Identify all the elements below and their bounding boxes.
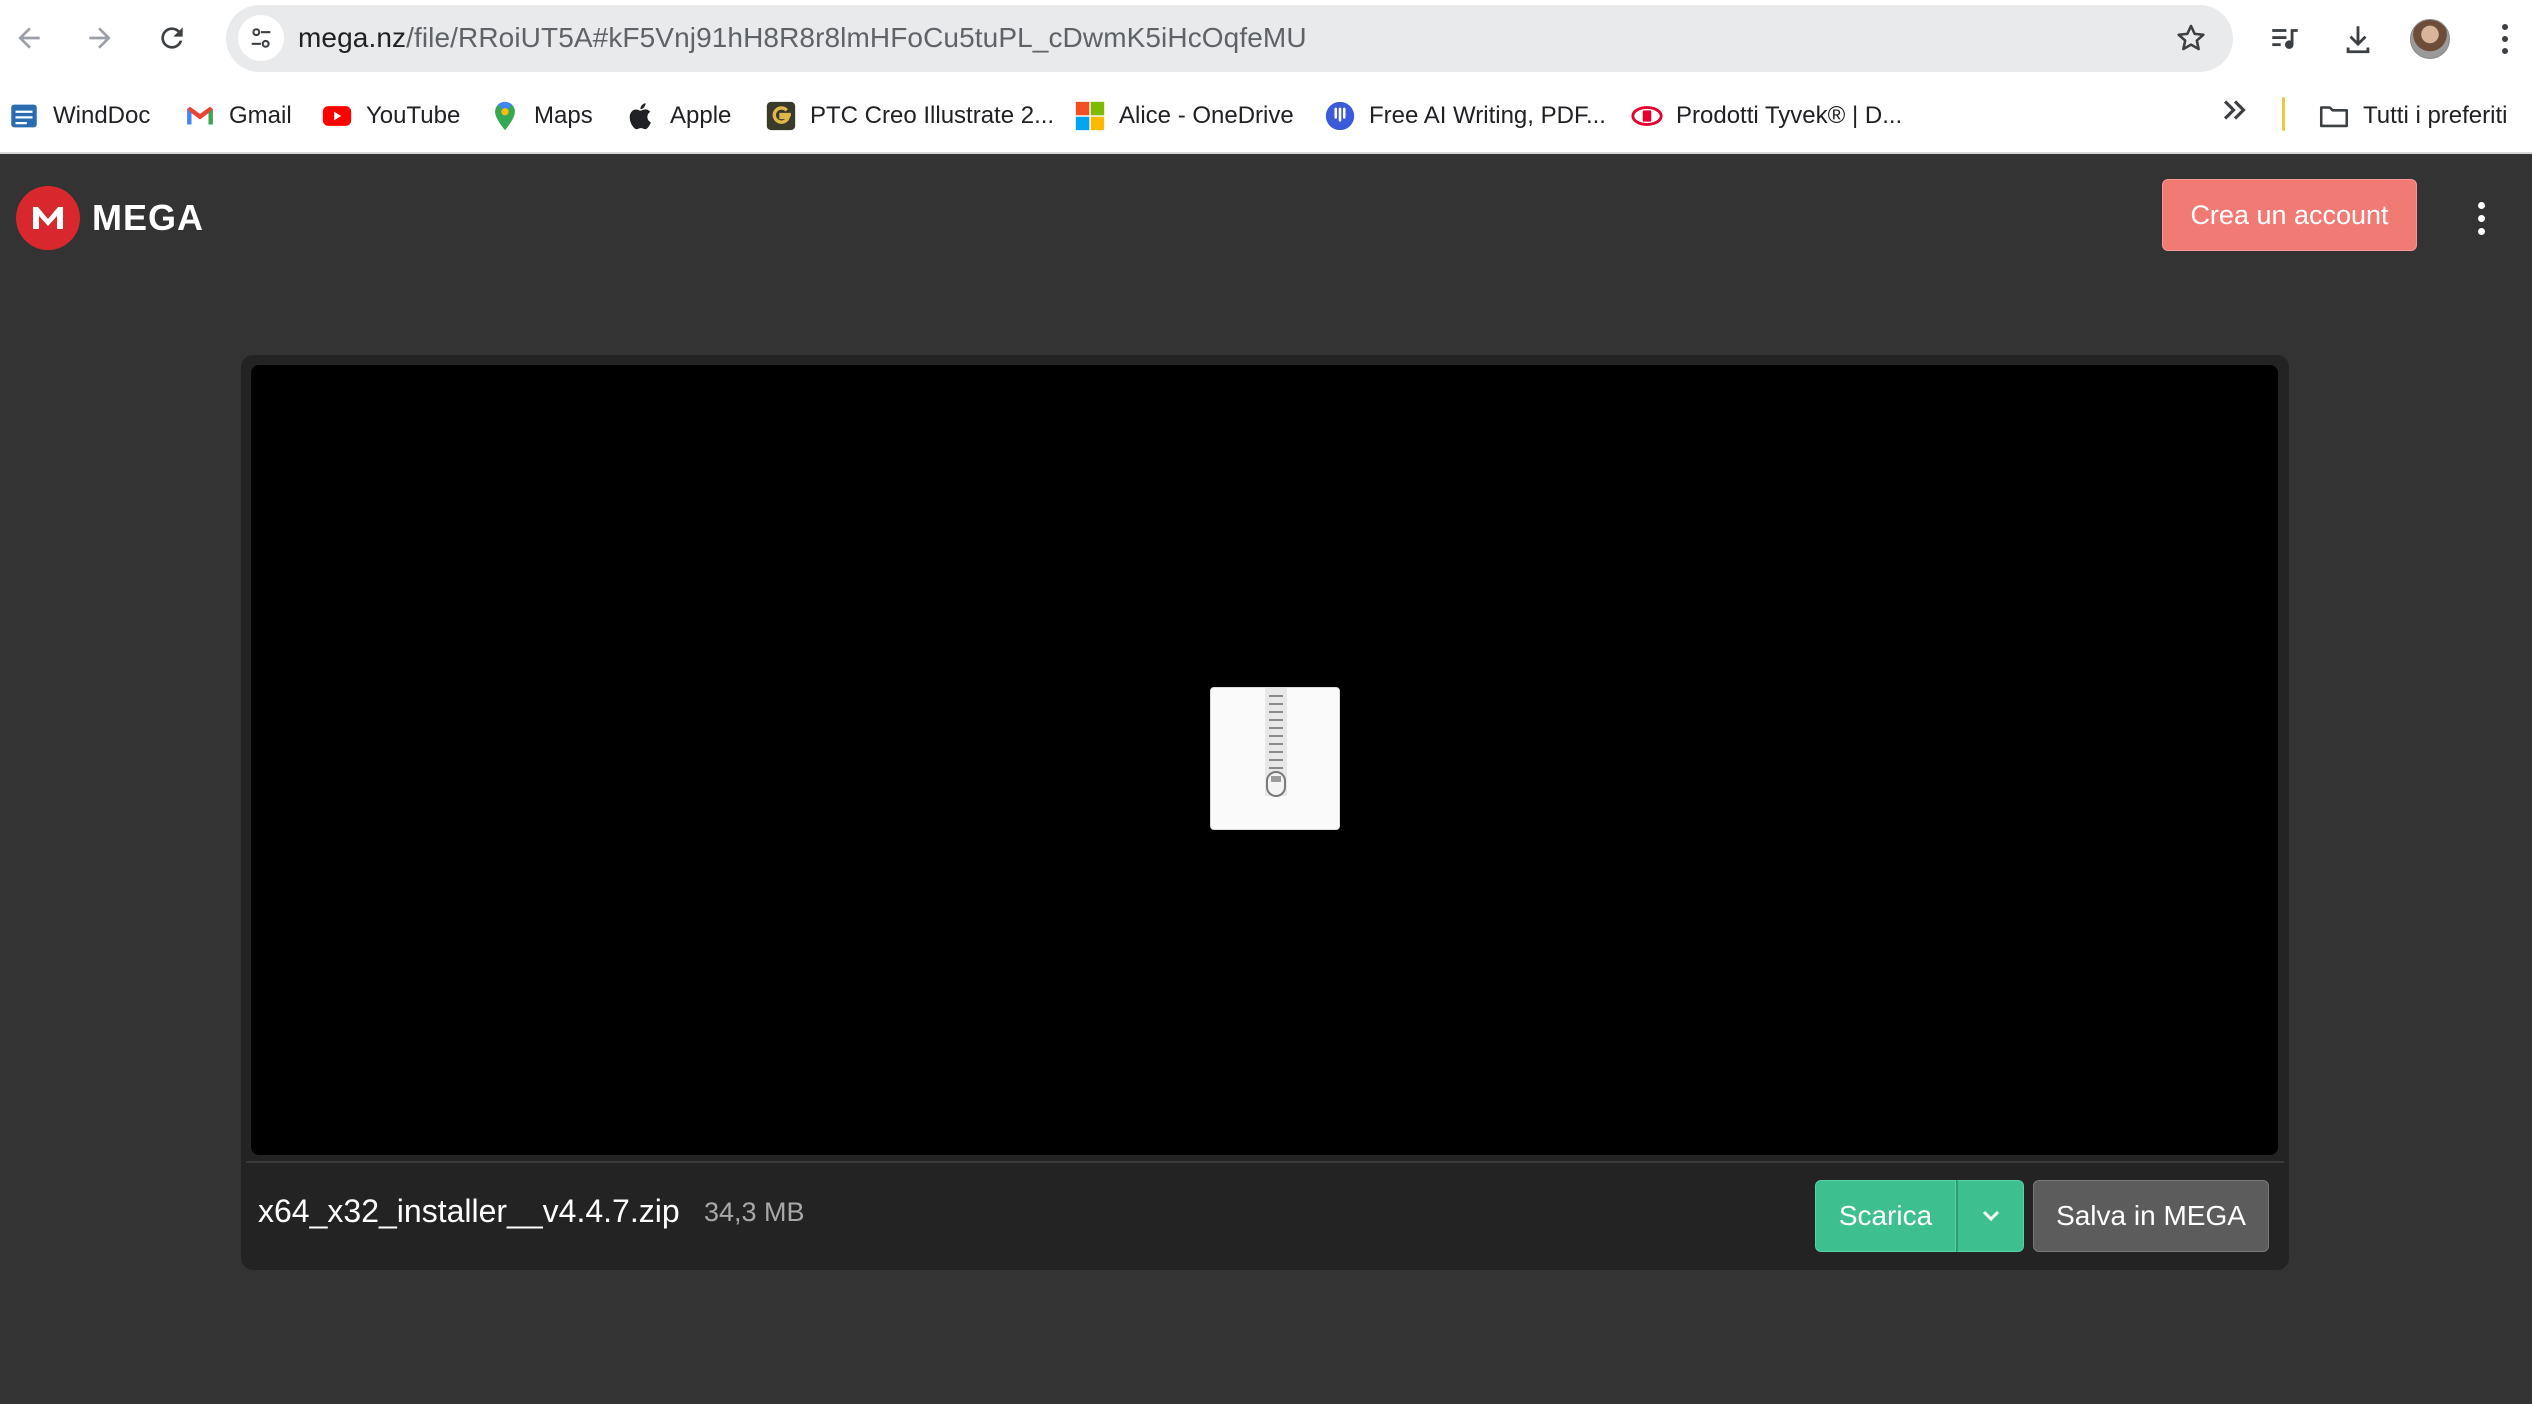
mega-logo-icon — [16, 186, 80, 250]
back-arrow-icon — [18, 27, 40, 49]
create-account-button[interactable]: Crea un account — [2162, 179, 2417, 251]
reload-button[interactable] — [146, 12, 198, 64]
tune-icon — [251, 28, 271, 48]
site-info-button[interactable] — [238, 15, 284, 61]
apple-icon — [624, 99, 658, 133]
bookmarks-overflow-button[interactable] — [2218, 90, 2264, 130]
maps-icon — [488, 99, 522, 133]
bookmarks-bar: WindDoc Gmail YouTube Maps Apple PTC Cre… — [0, 78, 2532, 154]
bookmark-ptc[interactable]: PTC Creo Illustrate 2... — [764, 96, 1054, 136]
file-card: x64_x32_installer__v4.4.7.zip 34,3 MB Sc… — [241, 355, 2289, 1270]
page-menu-button[interactable] — [2466, 198, 2496, 238]
bookmark-maps[interactable]: Maps — [488, 96, 593, 136]
bookmark-apple[interactable]: Apple — [624, 96, 731, 136]
bookmark-label: Gmail — [229, 102, 292, 129]
file-name: x64_x32_installer__v4.4.7.zip — [258, 1193, 680, 1229]
forward-button[interactable] — [74, 12, 126, 64]
url-path: /file/RRoiUT5A#kF5Vnj91hH8R8r8lmHFoCu5tu… — [406, 22, 1307, 53]
url-host: mega.nz — [298, 22, 407, 53]
gmail-icon — [183, 99, 217, 133]
bookmark-ai-writing[interactable]: Free AI Writing, PDF... — [1323, 96, 1606, 136]
bookmark-label: Free AI Writing, PDF... — [1369, 102, 1606, 129]
mega-page: MEGA Crea un account x64_x32_installer__… — [0, 156, 2532, 1404]
forward-arrow-icon — [89, 27, 111, 49]
bookmark-tyvek[interactable]: Prodotti Tyvek® | D... — [1630, 96, 1902, 136]
url-text[interactable]: mega.nz/file/RRoiUT5A#kF5Vnj91hH8R8r8lmH… — [298, 22, 1307, 54]
bookmark-label: YouTube — [366, 102, 461, 129]
zip-file-icon — [1210, 687, 1340, 830]
bookmark-onedrive[interactable]: Alice - OneDrive — [1073, 96, 1294, 136]
dupont-icon — [1630, 99, 1664, 133]
media-control-button[interactable] — [2260, 14, 2310, 64]
reload-icon — [161, 27, 183, 49]
browser-toolbar: mega.nz/file/RRoiUT5A#kF5Vnj91hH8R8r8lmH… — [0, 0, 2532, 78]
all-bookmarks-folder[interactable]: Tutti i preferiti — [2317, 96, 2507, 136]
file-preview — [251, 365, 2278, 1155]
ai-writing-icon — [1323, 99, 1357, 133]
back-button[interactable] — [3, 12, 55, 64]
save-to-mega-button[interactable]: Salva in MEGA — [2033, 1180, 2269, 1252]
card-divider — [246, 1161, 2284, 1163]
microsoft-icon — [1073, 99, 1107, 133]
bookmark-label: Apple — [670, 102, 732, 129]
bookmark-label: PTC Creo Illustrate 2... — [810, 102, 1055, 129]
bookmark-label: Alice - OneDrive — [1119, 102, 1294, 129]
avatar[interactable] — [2410, 19, 2450, 59]
chevron-double-right-icon — [2218, 93, 2252, 127]
mega-logo[interactable]: MEGA — [16, 186, 204, 250]
download-button-group: Scarica — [1815, 1180, 2024, 1252]
download-icon — [2346, 26, 2370, 54]
address-bar[interactable]: mega.nz/file/RRoiUT5A#kF5Vnj91hH8R8r8lmH… — [226, 5, 2233, 72]
bookmark-youtube[interactable]: YouTube — [320, 96, 460, 136]
bookmark-label: Maps — [534, 102, 593, 129]
more-vert-icon — [2502, 24, 2508, 30]
download-button[interactable]: Scarica — [1815, 1180, 1956, 1252]
all-bookmarks-label: Tutti i preferiti — [2363, 102, 2508, 129]
mega-logo-text: MEGA — [92, 197, 204, 238]
chevron-down-icon — [1982, 1210, 1999, 1222]
youtube-icon — [320, 99, 354, 133]
bookmark-label: Prodotti Tyvek® | D... — [1676, 102, 1903, 129]
star-icon — [2177, 24, 2205, 51]
downloads-button[interactable] — [2333, 14, 2383, 64]
winddoc-icon — [7, 99, 41, 133]
download-options-button[interactable] — [1956, 1180, 2024, 1252]
media-playlist-icon — [2272, 29, 2298, 49]
more-vert-icon — [2477, 201, 2485, 209]
ptc-icon — [764, 99, 798, 133]
folder-icon — [2317, 99, 2351, 133]
bookmark-star-button[interactable] — [2171, 18, 2211, 58]
browser-menu-button[interactable] — [2485, 14, 2525, 64]
bookmark-gmail[interactable]: Gmail — [183, 96, 292, 136]
bookmark-winddoc[interactable]: WindDoc — [7, 96, 150, 136]
bookmark-label: WindDoc — [53, 102, 151, 129]
file-size: 34,3 MB — [704, 1197, 805, 1227]
bookmarks-separator — [2282, 97, 2285, 131]
